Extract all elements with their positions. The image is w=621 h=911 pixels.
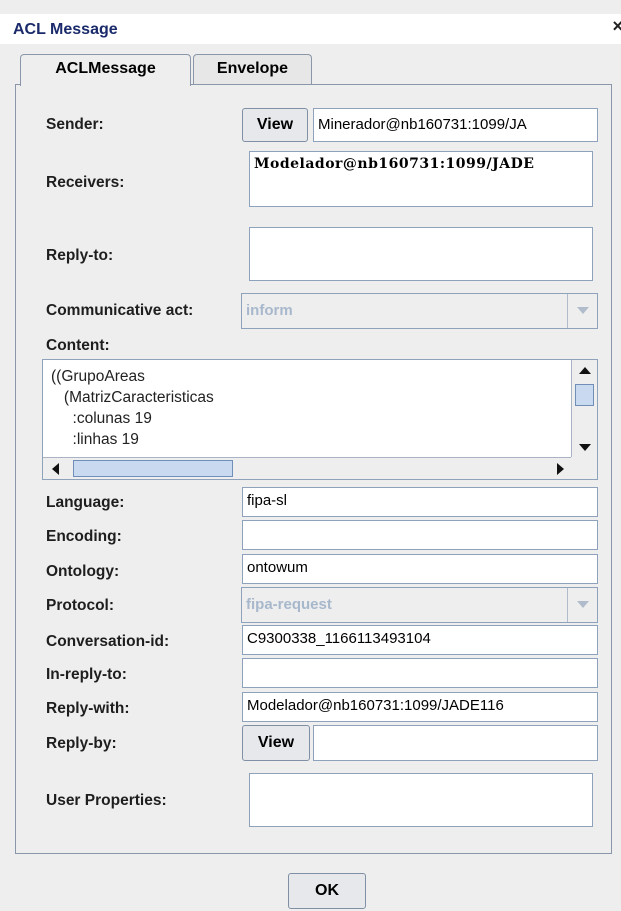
communicative-act-value: inform xyxy=(246,302,293,319)
encoding-label: Encoding: xyxy=(46,528,122,545)
receivers-label: Receivers: xyxy=(46,174,125,191)
conversation-id-label: Conversation-id: xyxy=(46,633,170,650)
encoding-field[interactable] xyxy=(242,520,598,550)
acl-message-dialog: ACL Message × ACLMessage Envelope Sender… xyxy=(0,0,621,911)
arrow-down-icon xyxy=(579,444,591,451)
user-properties-field[interactable] xyxy=(249,773,593,827)
horizontal-scroll-thumb[interactable] xyxy=(73,460,233,477)
content-line: ((GrupoAreas xyxy=(51,368,145,385)
arrow-right-icon xyxy=(557,463,564,475)
language-field[interactable]: fipa-sl xyxy=(242,487,598,517)
tab-envelope[interactable]: Envelope xyxy=(193,54,312,84)
tab-aclmessage[interactable]: ACLMessage xyxy=(20,54,191,86)
reply-by-label: Reply-by: xyxy=(46,735,117,752)
reply-to-field[interactable] xyxy=(249,227,593,281)
reply-with-field[interactable]: Modelador@nb160731:1099/JADE116 xyxy=(242,692,598,722)
scroll-corner xyxy=(571,457,597,479)
communicative-act-select[interactable]: inform xyxy=(241,293,598,329)
in-reply-to-label: In-reply-to: xyxy=(46,666,127,683)
sender-label: Sender: xyxy=(46,116,104,133)
ontology-field[interactable]: ontowum xyxy=(242,554,598,584)
conversation-id-field[interactable]: C9300338_1166113493104 xyxy=(242,625,598,655)
reply-by-view-button[interactable]: View xyxy=(242,725,310,761)
sender-view-button[interactable]: View xyxy=(242,108,308,142)
communicative-act-label: Communicative act: xyxy=(46,302,194,319)
in-reply-to-field[interactable] xyxy=(242,658,598,688)
user-properties-label: User Properties: xyxy=(46,792,167,809)
language-label: Language: xyxy=(46,494,125,511)
arrow-left-icon xyxy=(52,463,59,475)
sender-field[interactable]: Minerador@nb160731:1099/JA xyxy=(313,108,598,142)
close-icon[interactable]: × xyxy=(605,16,621,42)
protocol-label: Protocol: xyxy=(46,597,115,614)
chevron-down-icon[interactable] xyxy=(567,294,597,328)
reply-to-label: Reply-to: xyxy=(46,247,114,264)
protocol-value: fipa-request xyxy=(246,596,332,613)
content-line: :linhas 19 xyxy=(51,431,139,448)
content-textarea[interactable]: ((GrupoAreas (MatrizCaracteristicas :col… xyxy=(42,359,598,480)
reply-with-label: Reply-with: xyxy=(46,700,130,717)
vertical-scrollbar-graphic xyxy=(579,367,591,451)
reply-by-field[interactable] xyxy=(313,725,598,761)
content-line: (MatrizCaracteristicas xyxy=(51,389,214,406)
vertical-scroll-thumb[interactable] xyxy=(575,384,594,406)
content-line: :colunas 19 xyxy=(51,410,152,427)
content-label: Content: xyxy=(46,337,110,354)
content-text: ((GrupoAreas (MatrizCaracteristicas :col… xyxy=(51,366,214,450)
ontology-label: Ontology: xyxy=(46,563,120,580)
receivers-field[interactable]: Modelador@nb160731:1099/JADE xyxy=(249,151,593,207)
window-title: ACL Message xyxy=(13,21,118,38)
protocol-select[interactable]: fipa-request xyxy=(241,587,598,623)
vertical-scrollbar[interactable] xyxy=(571,360,597,458)
horizontal-scrollbar[interactable] xyxy=(43,457,573,479)
chevron-down-icon[interactable] xyxy=(567,588,597,622)
ok-button[interactable]: OK xyxy=(288,873,366,909)
title-bar[interactable]: ACL Message × xyxy=(0,14,621,44)
arrow-up-icon xyxy=(579,367,591,374)
